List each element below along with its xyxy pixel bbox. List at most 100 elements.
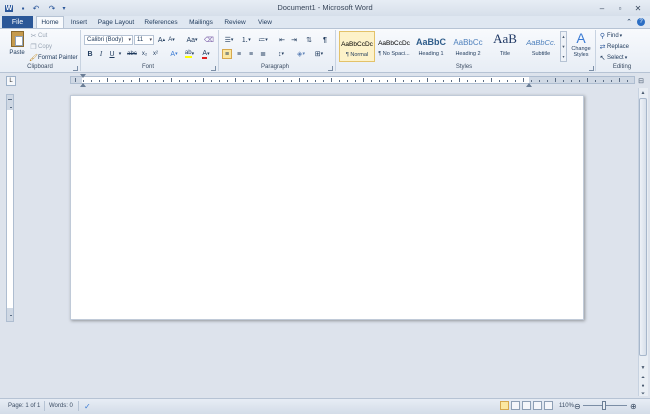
tab-view[interactable]: View xyxy=(254,16,276,28)
style-subtitle[interactable]: AaBbCc. Subtitle xyxy=(523,31,559,62)
tab-mailings[interactable]: Mailings xyxy=(185,16,217,28)
zoom-in-icon[interactable]: ⊕ xyxy=(627,401,640,411)
scroll-thumb[interactable] xyxy=(639,98,647,356)
superscript-button[interactable]: x² xyxy=(151,49,160,59)
format-painter-button[interactable]: 🖌 Format Painter xyxy=(29,53,78,62)
tab-home[interactable]: Home xyxy=(36,16,64,28)
align-center-icon[interactable]: ≡ xyxy=(234,49,244,59)
zoom-out-icon[interactable]: ⊖ xyxy=(571,401,584,411)
page-count-status[interactable]: Page: 1 of 1 xyxy=(5,401,43,411)
next-page-icon[interactable]: ⏷ xyxy=(639,390,647,398)
underline-button[interactable]: U xyxy=(108,49,116,59)
outline-icon[interactable] xyxy=(533,401,542,410)
paste-label: Paste xyxy=(9,50,25,56)
sort-icon[interactable]: ⇅ xyxy=(304,35,314,45)
collapse-ribbon-icon[interactable]: ⌃ xyxy=(624,16,634,28)
style-normal[interactable]: AaBbCcDc ¶ Normal xyxy=(339,31,375,62)
chevron-down-icon[interactable]: ▼ xyxy=(562,44,566,49)
font-launcher-icon[interactable] xyxy=(211,66,216,71)
tab-review[interactable]: Review xyxy=(222,16,248,28)
style-title[interactable]: AaB Title xyxy=(487,31,523,62)
previous-page-icon[interactable]: ⏶ xyxy=(639,374,647,382)
hanging-indent-icon[interactable] xyxy=(80,83,86,87)
multilevel-list-icon[interactable]: ≔ ▾ xyxy=(256,35,270,45)
tab-page-layout[interactable]: Page Layout xyxy=(96,16,136,28)
paragraph-launcher-icon[interactable] xyxy=(328,66,333,71)
browse-object-icon[interactable]: ● xyxy=(639,382,647,390)
select-label: Select xyxy=(607,54,624,61)
word-count-status[interactable]: Words: 0 xyxy=(46,401,76,411)
chevron-up-icon[interactable]: ▲ xyxy=(562,34,566,39)
group-separator xyxy=(218,30,219,71)
line-spacing-icon[interactable]: ↕ ▾ xyxy=(274,49,288,59)
ruler-tick xyxy=(147,80,148,82)
help-icon[interactable]: ? xyxy=(636,16,646,28)
draft-icon[interactable] xyxy=(544,401,553,410)
minimize-icon[interactable]: – xyxy=(594,2,610,14)
numbering-icon[interactable]: ⒈ ▾ xyxy=(239,35,253,45)
ruler-tick xyxy=(339,80,340,82)
change-case-button[interactable]: Aa ▾ xyxy=(185,35,199,45)
close-icon[interactable]: ✕ xyxy=(630,2,646,14)
zoom-slider-thumb[interactable] xyxy=(602,401,606,410)
tab-references[interactable]: References xyxy=(142,16,180,28)
ruler-tick xyxy=(139,78,140,82)
select-button[interactable]: ↖ Select ▾ xyxy=(598,53,628,62)
paste-button[interactable]: Paste xyxy=(6,31,28,61)
shrink-font-icon[interactable]: A ▾ xyxy=(167,35,176,45)
style-heading-2[interactable]: AaBbCc Heading 2 xyxy=(450,31,486,62)
document-page[interactable] xyxy=(70,95,584,320)
style-sample: AaBbCc. xyxy=(526,38,556,47)
right-indent-icon[interactable] xyxy=(526,83,532,87)
cut-button[interactable]: ✂ Cut xyxy=(29,31,48,40)
strikethrough-button[interactable]: abc xyxy=(126,49,138,59)
increase-indent-icon[interactable]: ⇥ xyxy=(289,35,299,45)
copy-button[interactable]: ❐ Copy xyxy=(29,42,52,51)
ruler-tick xyxy=(179,80,180,82)
restore-icon[interactable]: ▫ xyxy=(612,2,628,14)
align-right-icon[interactable]: ≡ xyxy=(246,49,256,59)
change-styles-button[interactable]: A Change Styles xyxy=(569,31,593,63)
more-icon[interactable]: ▾ xyxy=(562,54,564,59)
tab-selector[interactable]: L xyxy=(6,76,16,86)
tab-insert[interactable]: Insert xyxy=(66,16,92,28)
full-screen-reading-icon[interactable] xyxy=(511,401,520,410)
view-ruler-icon[interactable]: ⊟ xyxy=(636,76,646,86)
ruler-tick xyxy=(467,80,468,82)
web-layout-icon[interactable] xyxy=(522,401,531,410)
tab-file[interactable]: File xyxy=(2,16,33,28)
find-button[interactable]: ⚲ Find ▾ xyxy=(598,31,622,40)
ruler-tick xyxy=(499,80,500,82)
bold-button[interactable]: B xyxy=(86,49,94,59)
clipboard-launcher-icon[interactable] xyxy=(73,66,78,71)
font-color-button[interactable]: A ▾ xyxy=(200,49,212,59)
scroll-up-icon[interactable]: ▲ xyxy=(639,89,647,97)
shading-icon[interactable]: ◈ ▾ xyxy=(294,49,308,59)
justify-icon[interactable]: ≣ xyxy=(258,49,268,59)
first-line-indent-icon[interactable] xyxy=(80,74,86,78)
grow-font-icon[interactable]: A ▴ xyxy=(157,35,166,45)
highlight-button[interactable]: ab ▾ xyxy=(183,49,196,59)
font-family-select[interactable]: Calibri (Body) ▾ xyxy=(84,35,133,45)
style-heading-1[interactable]: AaBbC Heading 1 xyxy=(413,31,449,62)
styles-launcher-icon[interactable] xyxy=(589,66,594,71)
subscript-button[interactable]: x₂ xyxy=(140,49,149,59)
underline-dropdown-icon[interactable]: ▾ xyxy=(117,49,123,59)
bullets-icon[interactable]: ☰ ▾ xyxy=(222,35,236,45)
proofing-icon[interactable]: ✓ xyxy=(81,401,94,411)
font-size-select[interactable]: 11 ▾ xyxy=(134,35,154,45)
italic-button[interactable]: I xyxy=(97,49,105,59)
print-layout-icon[interactable] xyxy=(500,401,509,410)
scroll-down-icon[interactable]: ▼ xyxy=(639,364,647,372)
style-no-spacing[interactable]: AaBbCcDc ¶ No Spaci... xyxy=(376,31,412,62)
styles-gallery-scroll[interactable]: ▲ ▼ ▾ xyxy=(560,31,567,62)
text-effects-icon[interactable]: A ▾ xyxy=(168,49,180,59)
show-marks-button[interactable]: ¶ xyxy=(320,35,330,45)
replace-button[interactable]: ⇄ Replace xyxy=(598,42,629,51)
styles-group-label: Styles xyxy=(455,64,473,70)
align-left-icon[interactable]: ≡ xyxy=(222,49,232,59)
decrease-indent-icon[interactable]: ⇤ xyxy=(277,35,287,45)
borders-icon[interactable]: ⊞ ▾ xyxy=(312,49,326,59)
clear-formatting-icon[interactable]: ⌫ xyxy=(204,35,214,45)
ruler-tick xyxy=(515,80,516,82)
